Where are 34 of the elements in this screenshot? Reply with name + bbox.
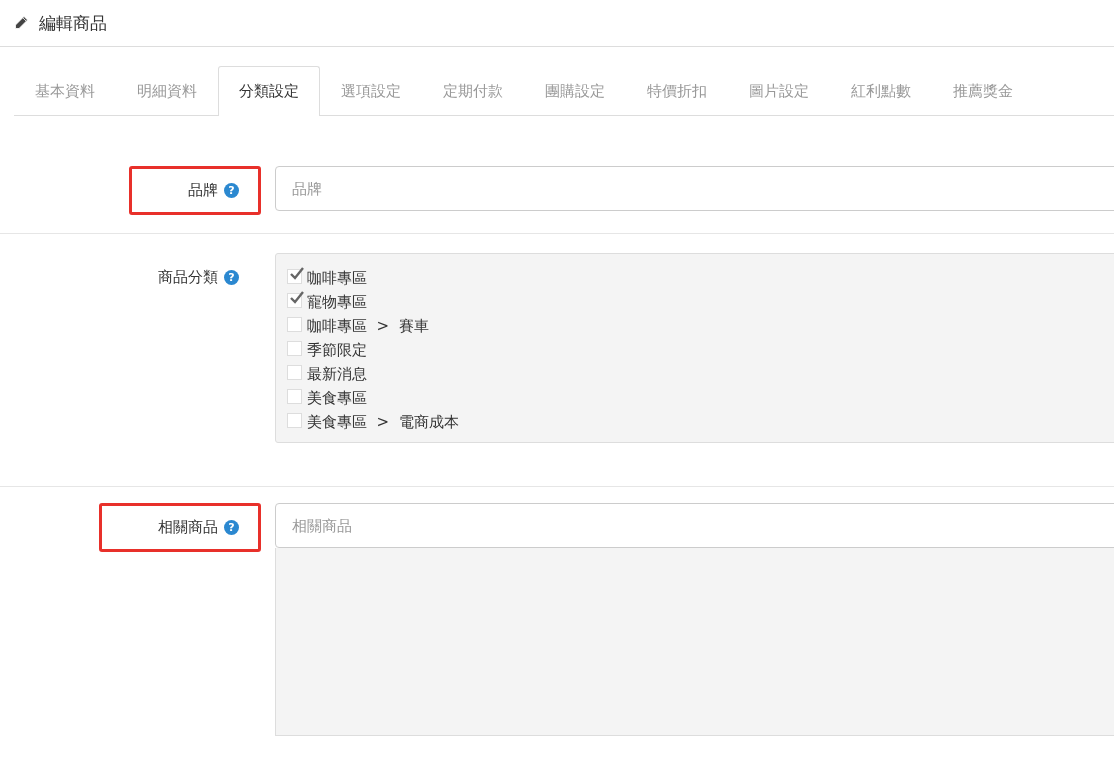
related-field[interactable]: 相關商品 [275,503,1114,548]
category-label[interactable]: 咖啡專區 [307,268,367,288]
tab[interactable]: 選項設定 [320,66,422,116]
tab[interactable]: 基本資料 [14,66,116,116]
brand-field[interactable]: 品牌 [275,166,1114,211]
checkbox[interactable] [287,292,302,308]
checkbox[interactable] [287,388,302,404]
category-label[interactable]: 最新消息 [307,364,367,384]
checkbox[interactable] [287,316,302,332]
checkbox[interactable] [287,340,302,356]
field-label: 商品分類 [158,268,218,287]
tab[interactable]: 明細資料 [116,66,218,116]
checkbox[interactable] [287,364,302,380]
checkbox[interactable] [287,412,302,428]
field-label: 品牌 [188,181,218,200]
page-title: 編輯商品 [39,11,107,35]
tab[interactable]: 特價折扣 [626,66,728,116]
category-label[interactable]: 美食專區 [307,388,367,408]
category-label[interactable]: 寵物專區 [307,292,367,312]
tab[interactable]: 紅利點數 [830,66,932,116]
checkbox[interactable] [287,268,302,284]
category-label[interactable]: 季節限定 [307,340,367,360]
tab[interactable]: 定期付款 [422,66,524,116]
tab[interactable]: 圖片設定 [728,66,830,116]
tab[interactable]: 團購設定 [524,66,626,116]
help-icon[interactable]: ? [224,520,239,535]
pencil-icon [13,15,29,31]
field-label: 相關商品 [158,518,218,537]
help-icon[interactable]: ? [224,183,239,198]
tab[interactable]: 分類設定 [218,66,320,116]
category-label[interactable]: 咖啡專區 > 賽車 [307,316,429,336]
help-icon[interactable]: ? [224,270,239,285]
tab[interactable]: 推薦獎金 [932,66,1034,116]
category-label[interactable]: 美食專區 > 電商成本 [307,412,459,432]
